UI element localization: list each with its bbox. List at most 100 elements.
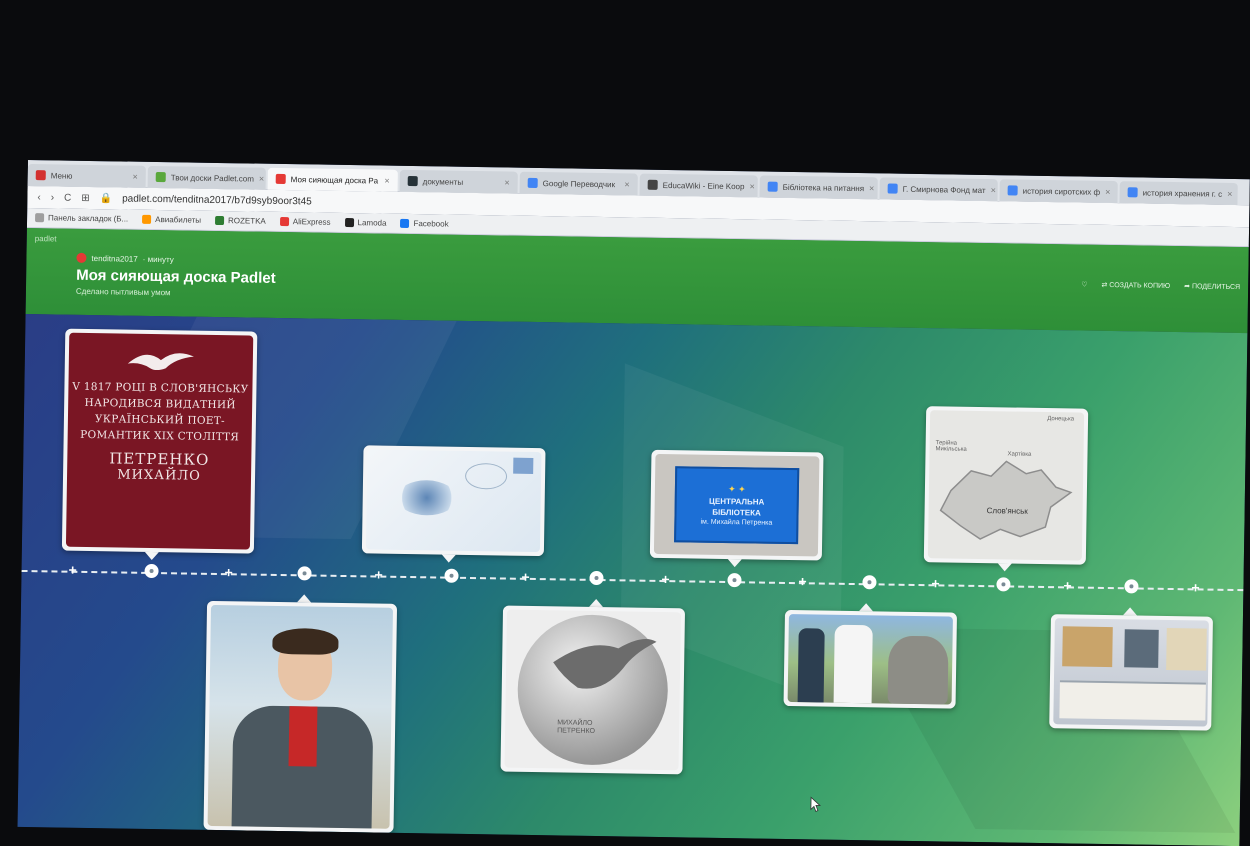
map-label: Донецька bbox=[1047, 416, 1075, 423]
post-exhibit[interactable] bbox=[1049, 614, 1213, 731]
browser-tab[interactable]: Твои доски Padlet.com × bbox=[147, 165, 266, 190]
avatar[interactable] bbox=[76, 252, 87, 263]
add-post-plus-icon[interactable]: + bbox=[374, 566, 382, 582]
exhibit-portrait bbox=[1124, 629, 1159, 668]
bookmark-label: Панель закладок (Б... bbox=[48, 213, 129, 224]
exhibit-photo bbox=[1053, 618, 1209, 727]
library-sign-line: ім. Михайла Петренка bbox=[700, 518, 773, 527]
post-pointer bbox=[441, 554, 456, 563]
plaque-image: V 1817 РОЦІ В СЛОВ'ЯНСЬКУ НАРОДИВСЯ ВИДА… bbox=[65, 332, 254, 550]
add-post-plus-icon[interactable]: + bbox=[1063, 577, 1071, 593]
coin-image: МИХАЙЛО ПЕТРЕНКО bbox=[504, 609, 681, 771]
bookmark-label: Facebook bbox=[413, 219, 449, 229]
tab-label: история хранения г. с bbox=[1142, 188, 1223, 199]
post-time: · минуту bbox=[142, 254, 174, 264]
person-figure bbox=[797, 628, 825, 703]
bookmark-item[interactable]: Lamoda bbox=[344, 217, 387, 228]
reload-icon[interactable]: C bbox=[64, 192, 71, 203]
tab-close-icon[interactable]: × bbox=[624, 179, 629, 189]
browser-tab[interactable]: история сиротских ф × bbox=[999, 179, 1118, 204]
share-button[interactable]: ➦ ПОДЕЛИТЬСЯ bbox=[1184, 282, 1240, 291]
forward-icon[interactable]: › bbox=[51, 192, 55, 203]
post-pointer bbox=[859, 603, 874, 612]
bookmark-item[interactable]: Facebook bbox=[400, 218, 449, 229]
bird-icon bbox=[553, 638, 657, 689]
browser-tab[interactable]: Google Переводчик × bbox=[519, 171, 638, 196]
portrait-scarf bbox=[288, 706, 318, 767]
post-photo-students[interactable] bbox=[783, 609, 958, 709]
add-post-plus-icon[interactable]: + bbox=[1191, 579, 1199, 595]
post-coin[interactable]: МИХАЙЛО ПЕТРЕНКО bbox=[500, 605, 686, 775]
tab-close-icon[interactable]: × bbox=[991, 185, 996, 195]
bookmark-favicon-icon bbox=[344, 217, 354, 228]
post-envelope[interactable] bbox=[361, 445, 546, 557]
browser-tab[interactable]: Меню × bbox=[27, 163, 146, 188]
add-post-plus-icon[interactable]: + bbox=[661, 571, 669, 587]
person-figure bbox=[833, 624, 873, 704]
tab-close-icon[interactable]: × bbox=[1105, 187, 1110, 197]
like-button[interactable]: ♡ bbox=[1081, 281, 1087, 289]
post-portrait[interactable] bbox=[203, 600, 398, 833]
library-sign-image: ✦ ✦ ЦЕНТРАЛЬНА БІБЛІОТЕКА ім. Михайла Пе… bbox=[653, 453, 820, 557]
browser-tab[interactable]: Бібліотека на питання × bbox=[759, 175, 878, 200]
tab-close-icon[interactable]: × bbox=[384, 176, 389, 186]
bookmark-item[interactable]: AliExpress bbox=[279, 216, 331, 227]
bookmark-label: Авиабилеты bbox=[155, 215, 202, 225]
bookmark-label: ROZETKA bbox=[227, 216, 266, 226]
monitor-screen: Меню × Твои доски Padlet.com × Моя сияющая д… bbox=[17, 160, 1250, 846]
commemorative-coin: МИХАЙЛО ПЕТРЕНКО bbox=[516, 613, 669, 767]
tab-close-icon[interactable]: × bbox=[1227, 189, 1232, 199]
exhibit-showcase bbox=[1059, 680, 1206, 721]
author-line: tenditna2017 · минуту bbox=[76, 252, 174, 265]
tab-close-icon[interactable]: × bbox=[504, 177, 509, 187]
timeline-node[interactable] bbox=[1124, 579, 1139, 594]
bookmark-item[interactable]: Панель закладок (Б... bbox=[35, 213, 129, 224]
post-map[interactable]: Донецька Терійна Микільська Хартівка Сло… bbox=[923, 406, 1089, 565]
bookmark-favicon-icon bbox=[214, 215, 225, 226]
bookmark-item[interactable]: Авиабилеты bbox=[142, 214, 202, 225]
grid-icon[interactable]: ⊞ bbox=[81, 192, 90, 203]
browser-tab[interactable]: история хранения г. с × bbox=[1119, 181, 1238, 206]
coin-inscription: МИХАЙЛО ПЕТРЕНКО bbox=[557, 719, 595, 736]
author-name[interactable]: tenditna2017 bbox=[91, 254, 137, 264]
tab-label: Моя сияющая доска Pa bbox=[290, 174, 379, 186]
timeline-node[interactable] bbox=[589, 570, 604, 586]
add-post-plus-icon[interactable]: + bbox=[68, 562, 76, 578]
browser-tab[interactable]: документы × bbox=[399, 169, 518, 194]
post-pointer bbox=[1122, 607, 1138, 616]
tab-favicon-icon bbox=[275, 173, 286, 185]
padlet-logo[interactable]: padlet bbox=[35, 234, 57, 243]
bookmark-item[interactable]: ROZETKA bbox=[214, 215, 266, 226]
page-title: Моя сияющая доска Padlet bbox=[76, 266, 276, 287]
add-post-plus-icon[interactable]: + bbox=[798, 573, 806, 589]
browser-tab[interactable]: EducaWiki - Eine Koop × bbox=[639, 173, 758, 198]
add-post-plus-icon[interactable]: + bbox=[521, 569, 529, 585]
bookmark-label: AliExpress bbox=[292, 217, 331, 227]
students-photo bbox=[787, 614, 953, 705]
timeline-node[interactable] bbox=[444, 568, 459, 583]
timeline-node[interactable] bbox=[862, 575, 877, 590]
postmark-icon bbox=[464, 462, 508, 490]
timeline-node[interactable] bbox=[996, 577, 1011, 592]
post-library-sign[interactable]: ✦ ✦ ЦЕНТРАЛЬНА БІБЛІОТЕКА ім. Михайла Пе… bbox=[649, 449, 824, 561]
timeline-node[interactable] bbox=[297, 566, 312, 581]
tab-close-icon[interactable]: × bbox=[259, 174, 264, 184]
portrait-image bbox=[207, 604, 394, 829]
url-text[interactable]: padlet.com/tenditna2017/b7d9syb9oor3t45 bbox=[122, 193, 312, 207]
add-post-plus-icon[interactable]: + bbox=[931, 575, 939, 591]
timeline-node[interactable] bbox=[144, 563, 159, 579]
browser-tab[interactable]: Моя сияющая доска Pa × bbox=[267, 167, 398, 192]
back-icon[interactable]: ‹ bbox=[37, 192, 41, 203]
post-memorial-plaque[interactable]: V 1817 РОЦІ В СЛОВ'ЯНСЬКУ НАРОДИВСЯ ВИДА… bbox=[61, 328, 258, 554]
map-image: Донецька Терійна Микільська Хартівка Сло… bbox=[927, 410, 1085, 561]
tab-label: EducaWiki - Eine Koop bbox=[662, 180, 745, 191]
emblem-icon: ✦ ✦ bbox=[728, 484, 746, 495]
tab-close-icon[interactable]: × bbox=[749, 181, 754, 191]
remake-button[interactable]: ⇄ СОЗДАТЬ КОПИЮ bbox=[1101, 281, 1170, 290]
tab-close-icon[interactable]: × bbox=[132, 172, 137, 182]
tab-favicon-icon bbox=[35, 170, 46, 181]
tab-close-icon[interactable]: × bbox=[869, 183, 874, 193]
add-post-plus-icon[interactable]: + bbox=[224, 564, 232, 580]
browser-tab[interactable]: Г. Смирнова Фонд мат × bbox=[879, 177, 998, 202]
tab-favicon-icon bbox=[887, 183, 898, 194]
